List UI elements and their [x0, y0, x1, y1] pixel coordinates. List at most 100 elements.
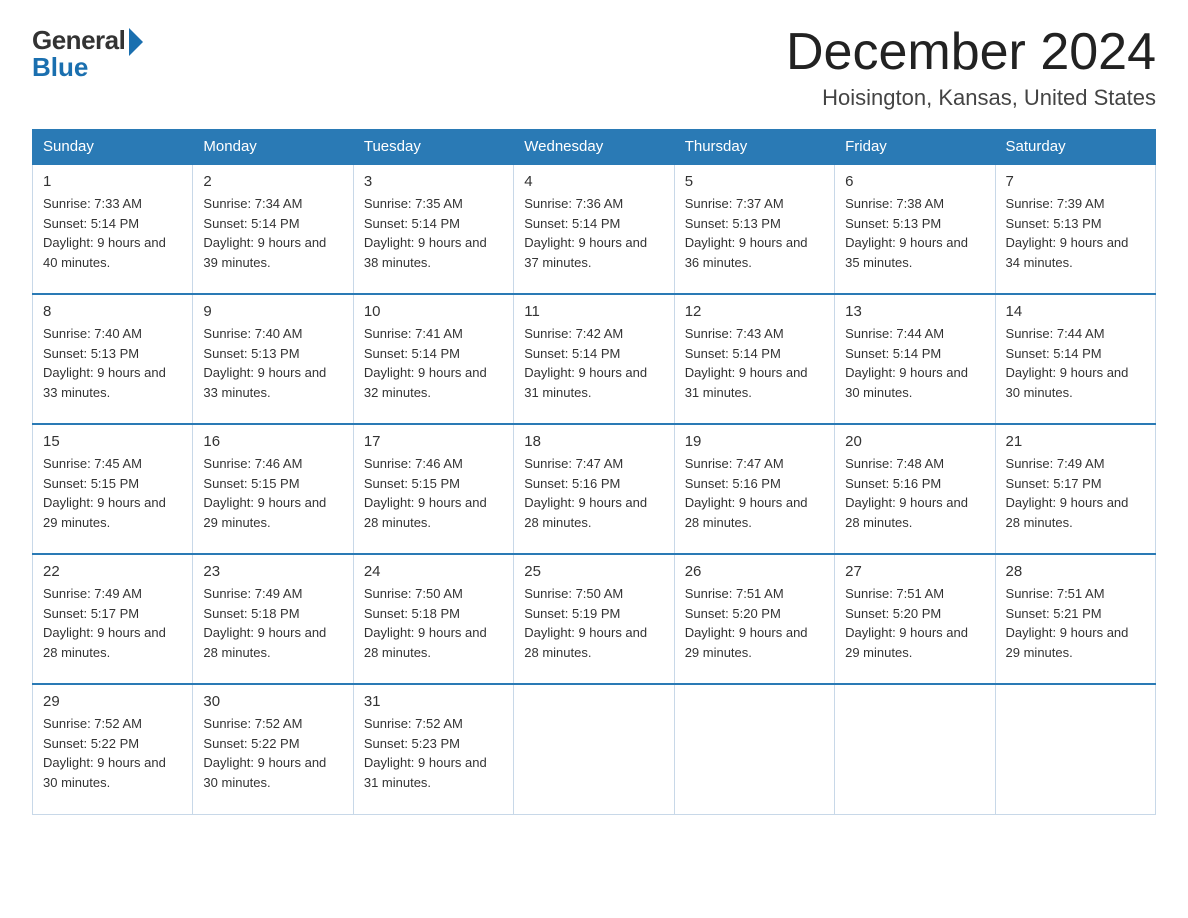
calendar-day-cell: 14 Sunrise: 7:44 AM Sunset: 5:14 PM Dayl…: [995, 294, 1155, 424]
header-monday: Monday: [193, 130, 353, 165]
header-saturday: Saturday: [995, 130, 1155, 165]
day-number: 24: [364, 563, 503, 580]
calendar-day-cell: 11 Sunrise: 7:42 AM Sunset: 5:14 PM Dayl…: [514, 294, 674, 424]
calendar-day-cell: 9 Sunrise: 7:40 AM Sunset: 5:13 PM Dayli…: [193, 294, 353, 424]
header-tuesday: Tuesday: [353, 130, 513, 165]
calendar-day-cell: 16 Sunrise: 7:46 AM Sunset: 5:15 PM Dayl…: [193, 424, 353, 554]
day-info: Sunrise: 7:48 AM Sunset: 5:16 PM Dayligh…: [845, 454, 984, 532]
day-info: Sunrise: 7:38 AM Sunset: 5:13 PM Dayligh…: [845, 194, 984, 272]
calendar-day-cell: 13 Sunrise: 7:44 AM Sunset: 5:14 PM Dayl…: [835, 294, 995, 424]
calendar-day-cell: [514, 684, 674, 814]
page-header: General Blue December 2024 Hoisington, K…: [32, 24, 1156, 111]
day-info: Sunrise: 7:50 AM Sunset: 5:18 PM Dayligh…: [364, 584, 503, 662]
calendar-day-cell: 6 Sunrise: 7:38 AM Sunset: 5:13 PM Dayli…: [835, 164, 995, 294]
day-info: Sunrise: 7:44 AM Sunset: 5:14 PM Dayligh…: [1006, 324, 1145, 402]
location-title: Hoisington, Kansas, United States: [786, 85, 1156, 111]
month-title: December 2024: [786, 24, 1156, 81]
calendar-header-row: SundayMondayTuesdayWednesdayThursdayFrid…: [33, 130, 1156, 165]
calendar-day-cell: 20 Sunrise: 7:48 AM Sunset: 5:16 PM Dayl…: [835, 424, 995, 554]
day-info: Sunrise: 7:42 AM Sunset: 5:14 PM Dayligh…: [524, 324, 663, 402]
day-number: 28: [1006, 563, 1145, 580]
day-info: Sunrise: 7:46 AM Sunset: 5:15 PM Dayligh…: [203, 454, 342, 532]
calendar-day-cell: [835, 684, 995, 814]
day-info: Sunrise: 7:45 AM Sunset: 5:15 PM Dayligh…: [43, 454, 182, 532]
calendar-day-cell: 4 Sunrise: 7:36 AM Sunset: 5:14 PM Dayli…: [514, 164, 674, 294]
day-number: 8: [43, 303, 182, 320]
day-info: Sunrise: 7:39 AM Sunset: 5:13 PM Dayligh…: [1006, 194, 1145, 272]
day-number: 19: [685, 433, 824, 450]
day-number: 10: [364, 303, 503, 320]
title-block: December 2024 Hoisington, Kansas, United…: [786, 24, 1156, 111]
calendar-day-cell: 17 Sunrise: 7:46 AM Sunset: 5:15 PM Dayl…: [353, 424, 513, 554]
calendar-day-cell: 19 Sunrise: 7:47 AM Sunset: 5:16 PM Dayl…: [674, 424, 834, 554]
day-number: 5: [685, 173, 824, 190]
day-info: Sunrise: 7:43 AM Sunset: 5:14 PM Dayligh…: [685, 324, 824, 402]
logo-blue-text: Blue: [32, 52, 88, 83]
calendar-day-cell: 5 Sunrise: 7:37 AM Sunset: 5:13 PM Dayli…: [674, 164, 834, 294]
calendar-day-cell: 26 Sunrise: 7:51 AM Sunset: 5:20 PM Dayl…: [674, 554, 834, 684]
day-number: 26: [685, 563, 824, 580]
day-number: 23: [203, 563, 342, 580]
day-number: 2: [203, 173, 342, 190]
logo-arrow-icon: [129, 28, 143, 56]
logo-general-text: General: [32, 25, 125, 56]
calendar-day-cell: 22 Sunrise: 7:49 AM Sunset: 5:17 PM Dayl…: [33, 554, 193, 684]
day-info: Sunrise: 7:49 AM Sunset: 5:17 PM Dayligh…: [43, 584, 182, 662]
calendar-day-cell: 31 Sunrise: 7:52 AM Sunset: 5:23 PM Dayl…: [353, 684, 513, 814]
calendar-week-row: 29 Sunrise: 7:52 AM Sunset: 5:22 PM Dayl…: [33, 684, 1156, 814]
day-number: 3: [364, 173, 503, 190]
day-info: Sunrise: 7:52 AM Sunset: 5:23 PM Dayligh…: [364, 714, 503, 792]
day-number: 17: [364, 433, 503, 450]
day-number: 4: [524, 173, 663, 190]
day-number: 22: [43, 563, 182, 580]
day-info: Sunrise: 7:34 AM Sunset: 5:14 PM Dayligh…: [203, 194, 342, 272]
calendar-day-cell: 2 Sunrise: 7:34 AM Sunset: 5:14 PM Dayli…: [193, 164, 353, 294]
calendar-week-row: 22 Sunrise: 7:49 AM Sunset: 5:17 PM Dayl…: [33, 554, 1156, 684]
calendar-day-cell: 8 Sunrise: 7:40 AM Sunset: 5:13 PM Dayli…: [33, 294, 193, 424]
day-number: 30: [203, 693, 342, 710]
day-info: Sunrise: 7:52 AM Sunset: 5:22 PM Dayligh…: [203, 714, 342, 792]
day-number: 6: [845, 173, 984, 190]
day-info: Sunrise: 7:51 AM Sunset: 5:21 PM Dayligh…: [1006, 584, 1145, 662]
day-info: Sunrise: 7:37 AM Sunset: 5:13 PM Dayligh…: [685, 194, 824, 272]
day-info: Sunrise: 7:46 AM Sunset: 5:15 PM Dayligh…: [364, 454, 503, 532]
header-thursday: Thursday: [674, 130, 834, 165]
day-info: Sunrise: 7:49 AM Sunset: 5:17 PM Dayligh…: [1006, 454, 1145, 532]
calendar-day-cell: 27 Sunrise: 7:51 AM Sunset: 5:20 PM Dayl…: [835, 554, 995, 684]
calendar-week-row: 8 Sunrise: 7:40 AM Sunset: 5:13 PM Dayli…: [33, 294, 1156, 424]
day-number: 7: [1006, 173, 1145, 190]
day-info: Sunrise: 7:47 AM Sunset: 5:16 PM Dayligh…: [524, 454, 663, 532]
day-number: 21: [1006, 433, 1145, 450]
day-number: 25: [524, 563, 663, 580]
day-number: 18: [524, 433, 663, 450]
header-wednesday: Wednesday: [514, 130, 674, 165]
day-info: Sunrise: 7:33 AM Sunset: 5:14 PM Dayligh…: [43, 194, 182, 272]
day-number: 15: [43, 433, 182, 450]
calendar-day-cell: 29 Sunrise: 7:52 AM Sunset: 5:22 PM Dayl…: [33, 684, 193, 814]
calendar-day-cell: 24 Sunrise: 7:50 AM Sunset: 5:18 PM Dayl…: [353, 554, 513, 684]
day-number: 14: [1006, 303, 1145, 320]
calendar-day-cell: 12 Sunrise: 7:43 AM Sunset: 5:14 PM Dayl…: [674, 294, 834, 424]
calendar-day-cell: 30 Sunrise: 7:52 AM Sunset: 5:22 PM Dayl…: [193, 684, 353, 814]
day-number: 12: [685, 303, 824, 320]
logo: General Blue: [32, 24, 143, 83]
day-info: Sunrise: 7:47 AM Sunset: 5:16 PM Dayligh…: [685, 454, 824, 532]
day-info: Sunrise: 7:41 AM Sunset: 5:14 PM Dayligh…: [364, 324, 503, 402]
calendar-day-cell: 10 Sunrise: 7:41 AM Sunset: 5:14 PM Dayl…: [353, 294, 513, 424]
calendar-day-cell: 28 Sunrise: 7:51 AM Sunset: 5:21 PM Dayl…: [995, 554, 1155, 684]
day-info: Sunrise: 7:44 AM Sunset: 5:14 PM Dayligh…: [845, 324, 984, 402]
day-number: 29: [43, 693, 182, 710]
day-info: Sunrise: 7:51 AM Sunset: 5:20 PM Dayligh…: [685, 584, 824, 662]
day-info: Sunrise: 7:40 AM Sunset: 5:13 PM Dayligh…: [43, 324, 182, 402]
day-number: 16: [203, 433, 342, 450]
calendar-day-cell: 1 Sunrise: 7:33 AM Sunset: 5:14 PM Dayli…: [33, 164, 193, 294]
header-sunday: Sunday: [33, 130, 193, 165]
header-friday: Friday: [835, 130, 995, 165]
calendar-day-cell: 15 Sunrise: 7:45 AM Sunset: 5:15 PM Dayl…: [33, 424, 193, 554]
day-info: Sunrise: 7:40 AM Sunset: 5:13 PM Dayligh…: [203, 324, 342, 402]
day-info: Sunrise: 7:36 AM Sunset: 5:14 PM Dayligh…: [524, 194, 663, 272]
day-number: 1: [43, 173, 182, 190]
day-info: Sunrise: 7:52 AM Sunset: 5:22 PM Dayligh…: [43, 714, 182, 792]
day-info: Sunrise: 7:49 AM Sunset: 5:18 PM Dayligh…: [203, 584, 342, 662]
calendar-day-cell: 18 Sunrise: 7:47 AM Sunset: 5:16 PM Dayl…: [514, 424, 674, 554]
